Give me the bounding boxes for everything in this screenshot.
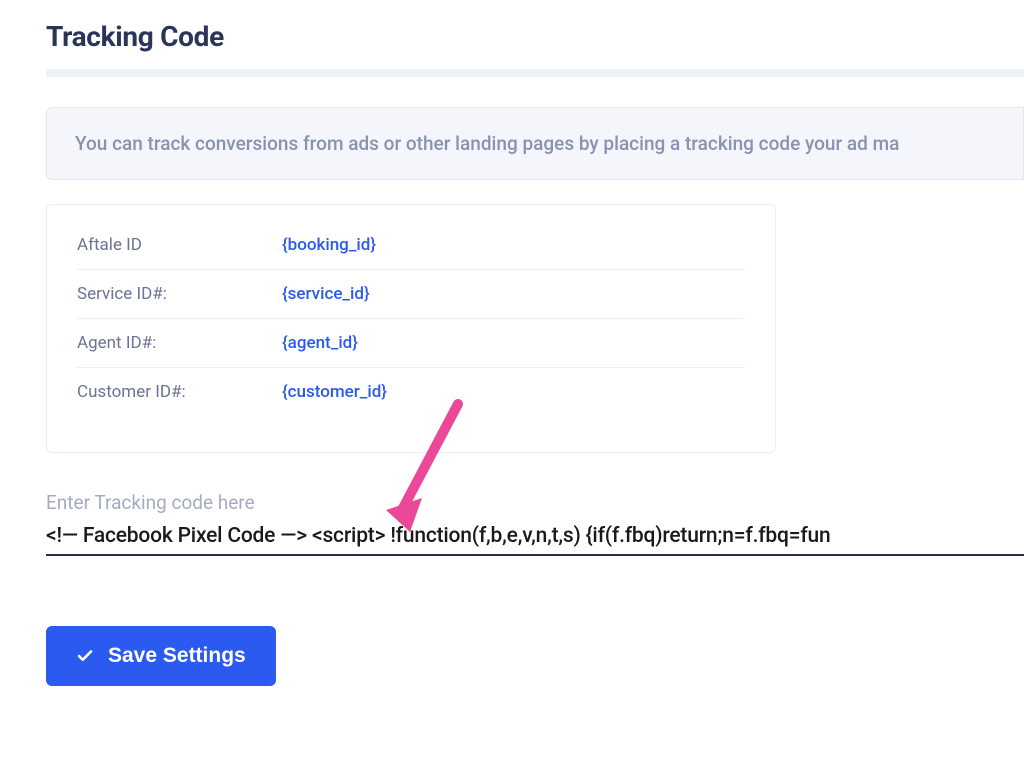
- variable-label: Customer ID#:: [77, 382, 282, 402]
- tracking-code-label: Enter Tracking code here: [46, 491, 1024, 514]
- save-button-label: Save Settings: [108, 644, 246, 668]
- variable-value: {customer_id}: [282, 382, 387, 402]
- variable-row: Aftale ID {booking_id}: [77, 227, 745, 270]
- variable-label: Aftale ID: [77, 235, 282, 255]
- variable-row: Customer ID#: {customer_id}: [77, 368, 745, 416]
- variable-value: {booking_id}: [282, 235, 376, 255]
- variable-row: Service ID#: {service_id}: [77, 270, 745, 319]
- variable-label: Service ID#:: [77, 284, 282, 304]
- checkmark-icon: [76, 647, 94, 665]
- tracking-code-input[interactable]: [46, 520, 1024, 556]
- tracking-code-section: Enter Tracking code here: [46, 491, 1024, 556]
- page-title: Tracking Code: [0, 0, 1024, 69]
- variable-label: Agent ID#:: [77, 333, 282, 353]
- variables-card: Aftale ID {booking_id} Service ID#: {ser…: [46, 204, 776, 453]
- title-separator: [46, 69, 1024, 77]
- save-settings-button[interactable]: Save Settings: [46, 626, 276, 686]
- variable-value: {service_id}: [282, 284, 370, 304]
- variable-row: Agent ID#: {agent_id}: [77, 319, 745, 368]
- variable-value: {agent_id}: [282, 333, 358, 353]
- info-banner: You can track conversions from ads or ot…: [46, 107, 1024, 180]
